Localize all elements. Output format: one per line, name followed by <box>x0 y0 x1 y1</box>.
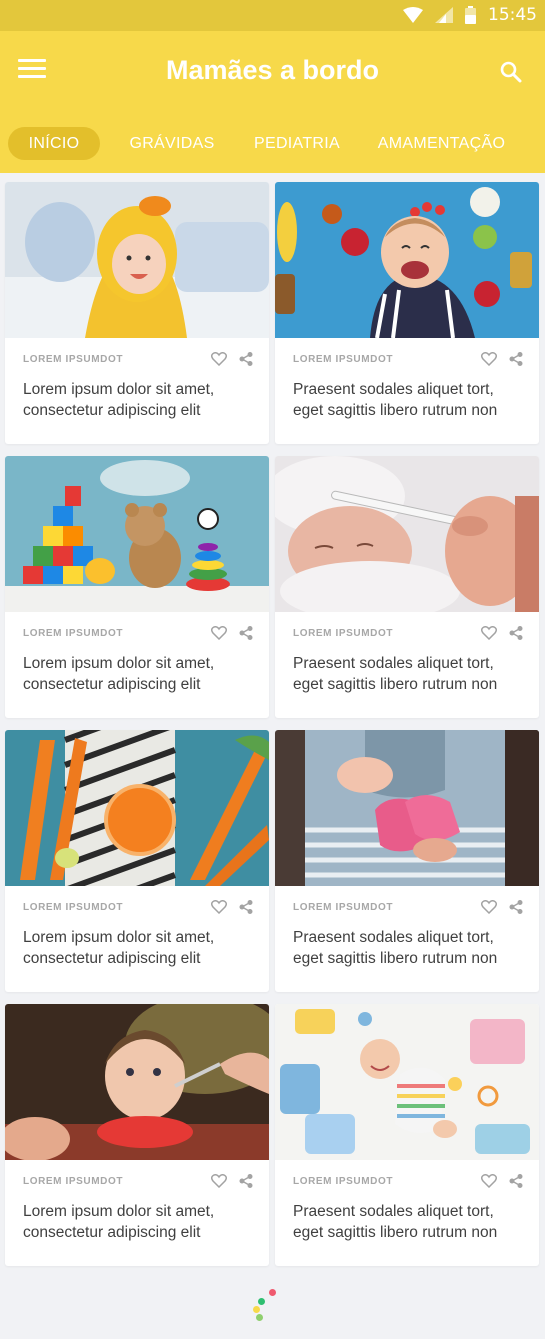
article-category: LOREM IPSUMDOT <box>23 1176 124 1187</box>
article-card[interactable]: LOREM IPSUMDOT Lorem ipsum dolor sit ame… <box>5 1004 269 1266</box>
article-title: Praesent sodales aliquet tort, eget sagi… <box>293 655 498 693</box>
article-title: Lorem ipsum dolor sit amet, consectetur … <box>23 381 215 419</box>
article-image <box>5 182 269 338</box>
heart-icon[interactable] <box>481 1174 497 1188</box>
status-bar: 15:45 <box>0 0 545 31</box>
article-card[interactable]: LOREM IPSUMDOT Praesent sodales aliquet … <box>275 182 539 444</box>
article-image <box>275 456 539 612</box>
signal-icon <box>435 7 453 23</box>
heart-icon[interactable] <box>211 900 227 914</box>
share-icon[interactable] <box>239 900 253 914</box>
article-image <box>275 730 539 886</box>
share-icon[interactable] <box>509 1174 523 1188</box>
app-title: Mamães a bordo <box>165 55 380 85</box>
battery-icon <box>465 6 476 24</box>
category-tabs: INÍCIO GRÁVIDAS PEDIATRIA AMAMENTAÇÃO <box>0 123 545 161</box>
app-bar: Mamães a bordo INÍCIO GRÁVIDAS PEDIATRIA… <box>0 31 545 173</box>
tab-amamentacao[interactable]: AMAMENTAÇÃO <box>370 127 513 160</box>
article-image <box>5 1004 269 1160</box>
share-icon[interactable] <box>239 352 253 366</box>
tab-inicio[interactable]: INÍCIO <box>8 127 100 160</box>
search-icon <box>500 61 522 83</box>
article-title: Praesent sodales aliquet tort, eget sagi… <box>293 381 498 419</box>
share-icon[interactable] <box>509 626 523 640</box>
article-category: LOREM IPSUMDOT <box>293 1176 394 1187</box>
share-icon[interactable] <box>239 1174 253 1188</box>
tab-pediatria[interactable]: PEDIATRIA <box>245 127 349 160</box>
loading-dots-icon <box>250 1287 280 1327</box>
article-title: Praesent sodales aliquet tort, eget sagi… <box>293 1203 498 1241</box>
article-image <box>275 1004 539 1160</box>
share-icon[interactable] <box>509 900 523 914</box>
heart-icon[interactable] <box>481 900 497 914</box>
share-icon[interactable] <box>239 626 253 640</box>
article-card[interactable]: LOREM IPSUMDOT Praesent sodales aliquet … <box>275 730 539 992</box>
article-card[interactable]: LOREM IPSUMDOT Lorem ipsum dolor sit ame… <box>5 182 269 444</box>
status-time: 15:45 <box>488 5 537 25</box>
article-image <box>5 456 269 612</box>
article-card[interactable]: LOREM IPSUMDOT Lorem ipsum dolor sit ame… <box>5 456 269 718</box>
heart-icon[interactable] <box>211 626 227 640</box>
article-card[interactable]: LOREM IPSUMDOT Praesent sodales aliquet … <box>275 456 539 718</box>
article-title: Lorem ipsum dolor sit amet, consectetur … <box>23 655 215 693</box>
article-title: Lorem ipsum dolor sit amet, consectetur … <box>23 1203 215 1241</box>
article-card[interactable]: LOREM IPSUMDOT Lorem ipsum dolor sit ame… <box>5 730 269 992</box>
search-button[interactable] <box>499 60 523 84</box>
article-category: LOREM IPSUMDOT <box>293 354 394 365</box>
article-category: LOREM IPSUMDOT <box>23 628 124 639</box>
article-category: LOREM IPSUMDOT <box>23 902 124 913</box>
article-image <box>5 730 269 886</box>
tab-gravidas[interactable]: GRÁVIDAS <box>122 127 222 160</box>
article-title: Praesent sodales aliquet tort, eget sagi… <box>293 929 498 967</box>
wifi-icon <box>403 7 423 23</box>
article-image <box>275 182 539 338</box>
share-icon[interactable] <box>509 352 523 366</box>
heart-icon[interactable] <box>211 1174 227 1188</box>
article-title: Lorem ipsum dolor sit amet, consectetur … <box>23 929 215 967</box>
article-category: LOREM IPSUMDOT <box>293 902 394 913</box>
article-category: LOREM IPSUMDOT <box>293 628 394 639</box>
heart-icon[interactable] <box>481 352 497 366</box>
article-card[interactable]: LOREM IPSUMDOT Praesent sodales aliquet … <box>275 1004 539 1266</box>
heart-icon[interactable] <box>211 352 227 366</box>
article-category: LOREM IPSUMDOT <box>23 354 124 365</box>
heart-icon[interactable] <box>481 626 497 640</box>
